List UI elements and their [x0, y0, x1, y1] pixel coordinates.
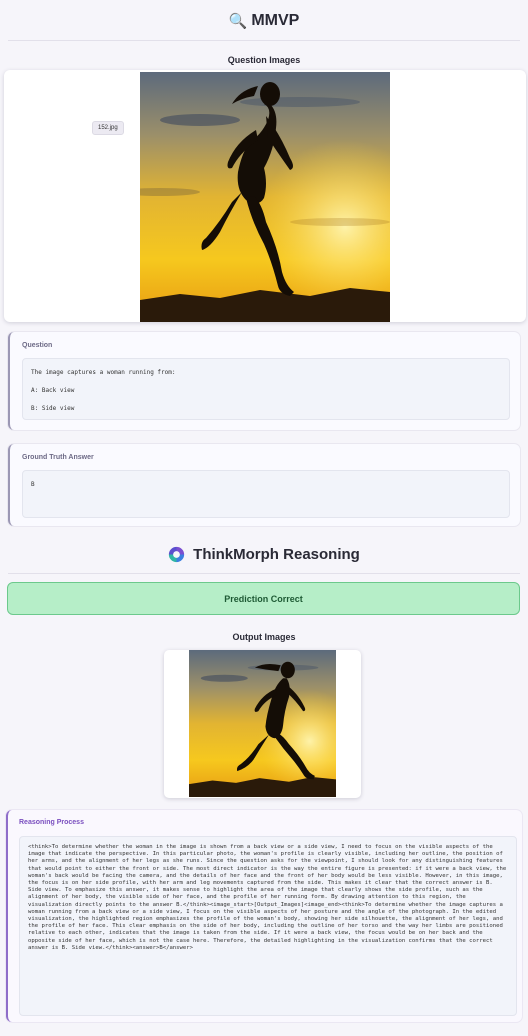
- model-header: ThinkMorph Reasoning: [0, 542, 528, 566]
- ground-truth-text-box: B: [22, 470, 510, 518]
- thinkmorph-logo-icon: [169, 546, 185, 562]
- question-image[interactable]: [140, 72, 390, 322]
- reasoning-card: Reasoning Process <think>To determine wh…: [6, 810, 522, 1022]
- question-prompt: The image captures a woman running from:: [31, 369, 176, 376]
- reasoning-title: Reasoning Process: [19, 819, 84, 826]
- ground-truth-answer: B: [31, 481, 35, 488]
- divider: [8, 573, 520, 574]
- reasoning-text: <think>To determine whether the woman in…: [19, 836, 517, 1016]
- output-image[interactable]: [189, 650, 336, 797]
- question-card-title: Question: [22, 342, 53, 349]
- question-text-box: The image captures a woman running from:…: [22, 358, 510, 420]
- model-name: ThinkMorph Reasoning: [193, 545, 360, 563]
- prediction-status-banner: Prediction Correct: [7, 582, 520, 615]
- question-images-label: Question Images: [227, 55, 301, 65]
- question-card: Question The image captures a woman runn…: [8, 332, 520, 430]
- prediction-status-text: Prediction Correct: [224, 593, 303, 604]
- page-title: 🔍 MMVP: [0, 9, 528, 33]
- ground-truth-card: Ground Truth Answer B: [8, 444, 520, 526]
- question-option-a: A: Back view: [31, 387, 75, 394]
- question-option-b: B: Side view: [31, 405, 75, 412]
- ground-truth-title: Ground Truth Answer: [22, 454, 94, 461]
- magnifier-icon: 🔍: [228, 13, 248, 30]
- divider: [8, 40, 520, 41]
- image-filename-badge: 152.jpg: [92, 121, 124, 135]
- page-title-text: MMVP: [251, 12, 300, 29]
- output-images-label: Output Images: [232, 632, 296, 642]
